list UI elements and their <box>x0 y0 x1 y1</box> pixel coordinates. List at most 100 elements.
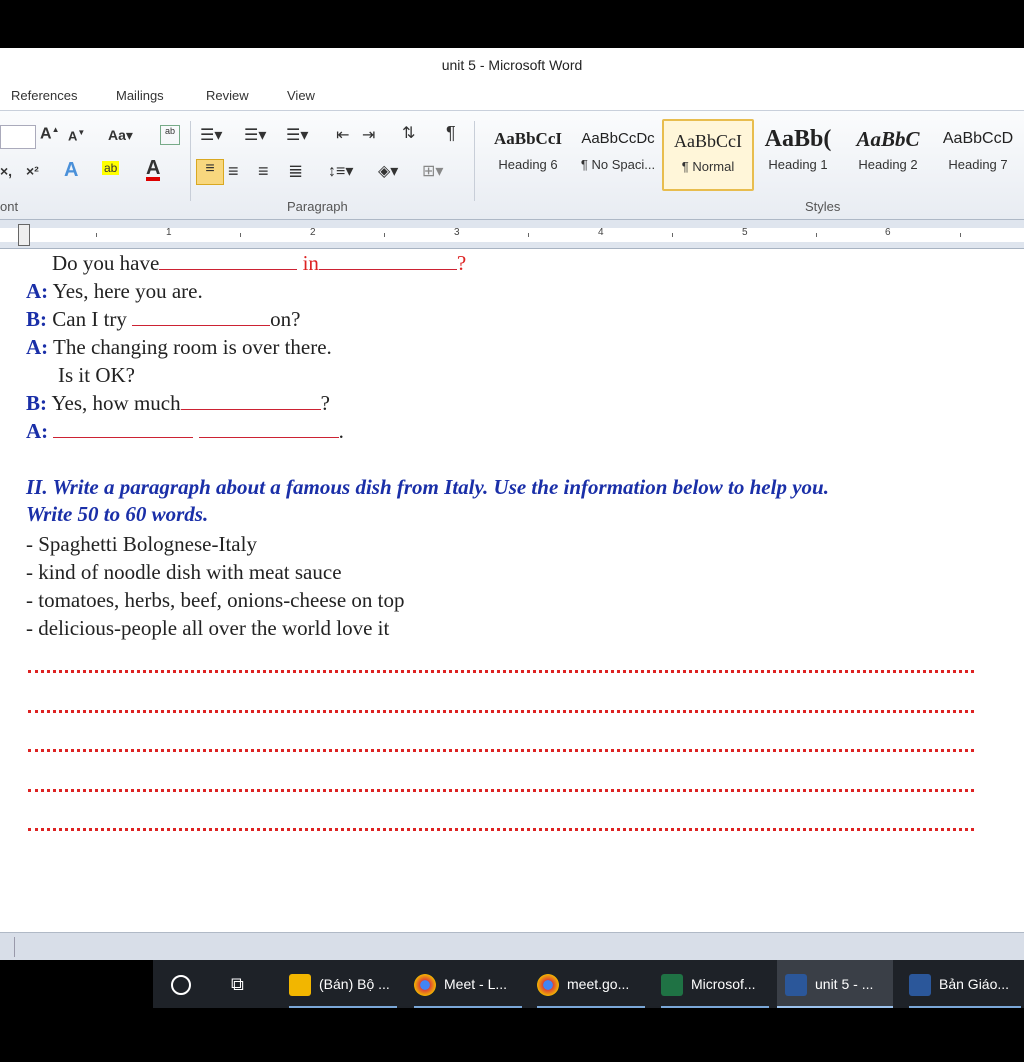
excel-icon <box>661 974 683 997</box>
taskbar-item-file-explorer[interactable]: (Bán) Bộ ... <box>289 960 397 1008</box>
style-name: Heading 6 <box>498 157 558 172</box>
ruler-number: 3 <box>454 227 460 238</box>
ruler-tick <box>96 233 97 237</box>
line-spacing-icon[interactable]: ↕≡▾ <box>328 161 353 181</box>
tab-references[interactable]: References <box>11 88 77 103</box>
folder-icon <box>289 974 311 997</box>
word-icon <box>909 974 931 997</box>
style-preview: AaBbCcI <box>493 129 562 148</box>
taskbar: ⧉ (Bán) Bộ ... Meet - L... meet.go... Mi… <box>153 960 1024 1008</box>
line-text: . <box>338 419 344 443</box>
taskbar-item-word-active[interactable]: unit 5 - ... <box>777 960 893 1008</box>
ruler-number: 4 <box>598 227 604 238</box>
align-left-icon[interactable]: ≡ <box>196 159 224 185</box>
window-title: unit 5 - Microsoft Word <box>0 48 1024 82</box>
highlight-icon[interactable]: ab <box>102 161 120 175</box>
grow-font-icon[interactable]: A▲ <box>40 125 59 143</box>
shading-icon[interactable]: ◈▾ <box>378 161 398 181</box>
text-effects-icon[interactable]: A <box>64 159 78 182</box>
style-heading-7[interactable]: AaBbCcD Heading 7 <box>934 119 1022 187</box>
borders-icon[interactable]: ⊞▾ <box>422 161 443 181</box>
style-preview: AaBbCcI <box>674 131 742 151</box>
document-page[interactable]: Do you have in? A: Yes, here you are. B:… <box>0 249 1024 932</box>
style-preview: AaBb( <box>764 126 832 152</box>
exercise-heading: II. Write a paragraph about a famous dis… <box>26 475 829 499</box>
numbering-icon[interactable]: ☰▾ <box>244 125 266 145</box>
bullet-item: - Spaghetti Bolognese-Italy <box>26 532 257 556</box>
bullet-item: - kind of noodle dish with meat sauce <box>26 560 342 584</box>
taskbar-item-word[interactable]: Bản Giáo... <box>909 960 1021 1008</box>
superscript-icon[interactable]: ×² <box>26 163 39 179</box>
divider <box>190 121 191 201</box>
line-text: Yes, how much <box>51 391 181 415</box>
ruler-strip <box>0 228 1024 242</box>
indent-marker[interactable] <box>18 224 30 246</box>
tab-review[interactable]: Review <box>206 88 249 103</box>
clear-format-icon[interactable]: ab <box>160 125 180 145</box>
taskbar-item-label: Bản Giáo... <box>939 976 1010 992</box>
speaker-label: A: <box>26 279 49 303</box>
style-name: Heading 2 <box>858 157 918 172</box>
multilevel-list-icon[interactable]: ☰▾ <box>286 125 308 145</box>
ruler-tick <box>240 233 241 237</box>
line-text: in <box>302 251 319 275</box>
taskbar-item-chrome-1[interactable]: Meet - L... <box>414 960 522 1008</box>
bullets-icon[interactable]: ☰▾ <box>200 125 222 145</box>
style-heading-1[interactable]: AaBb( Heading 1 <box>754 119 842 187</box>
ruler-tick <box>384 233 385 237</box>
exercise-heading: Write 50 to 60 words. <box>26 502 209 526</box>
font-size-box[interactable] <box>0 125 36 149</box>
show-marks-icon[interactable]: ¶ <box>446 123 456 144</box>
dialog-line: B: Yes, how much? <box>26 391 330 416</box>
styles-group-label: Styles <box>805 199 841 214</box>
style-preview: AaBbCcDc <box>581 130 655 147</box>
style-no-spacing[interactable]: AaBbCcDc ¶ No Spaci... <box>574 119 662 187</box>
line-text: Do you have <box>52 251 160 275</box>
style-heading-2[interactable]: AaBbC Heading 2 <box>844 119 932 187</box>
answer-blank <box>132 309 271 326</box>
sort-icon[interactable]: ⇅ <box>402 123 415 143</box>
dialog-line: Is it OK? <box>58 363 135 388</box>
answer-blank <box>318 253 457 270</box>
taskbar-item-excel[interactable]: Microsof... <box>661 960 769 1008</box>
font-color-icon[interactable]: A <box>146 158 161 181</box>
style-normal[interactable]: AaBbCcI ¶ Normal <box>662 119 754 191</box>
line-text: on? <box>270 307 301 331</box>
taskbar-item-label: Meet - L... <box>444 976 508 992</box>
ruler-number: 5 <box>742 227 748 238</box>
line-text: Can I try <box>52 307 127 331</box>
tab-view[interactable]: View <box>287 88 315 103</box>
bullet-item: - tomatoes, herbs, beef, onions-cheese o… <box>26 588 405 612</box>
speaker-label: A: <box>26 335 49 359</box>
speaker-label: B: <box>26 391 47 415</box>
change-case-icon[interactable]: Aa▾ <box>108 127 133 144</box>
ruler-tick <box>528 233 529 237</box>
style-name: Heading 7 <box>948 157 1008 172</box>
answer-line <box>28 710 974 713</box>
line-text: The changing room is over there. <box>53 335 332 359</box>
answer-line <box>28 789 974 792</box>
line-text: ? <box>456 251 467 275</box>
ribbon-tabs: References Mailings Review View <box>0 82 1024 111</box>
task-view-icon[interactable]: ⧉ <box>231 960 257 1008</box>
search-icon[interactable] <box>171 960 197 1008</box>
align-center-icon[interactable]: ≡ <box>228 161 239 182</box>
divider <box>474 121 475 201</box>
justify-icon[interactable]: ≣ <box>288 161 303 182</box>
taskbar-item-chrome-2[interactable]: meet.go... <box>537 960 645 1008</box>
ruler-tick <box>672 233 673 237</box>
font-group-label: ont <box>0 199 19 214</box>
shrink-font-icon[interactable]: A▼ <box>68 128 85 143</box>
decrease-indent-icon[interactable]: ⇤ <box>336 125 349 145</box>
answer-line <box>28 828 974 831</box>
style-heading-6[interactable]: AaBbCcI Heading 6 <box>484 119 572 187</box>
style-name: ¶ No Spaci... <box>580 157 656 172</box>
dialog-line: A: Yes, here you are. <box>26 279 203 304</box>
align-right-icon[interactable]: ≡ <box>258 161 269 182</box>
subscript-icon[interactable]: ×, <box>0 163 12 179</box>
increase-indent-icon[interactable]: ⇥ <box>362 125 375 145</box>
tab-mailings[interactable]: Mailings <box>116 88 164 103</box>
ruler[interactable]: 1 2 3 4 5 6 <box>0 220 1024 249</box>
bullet-item: - delicious-people all over the world lo… <box>26 616 390 640</box>
answer-blank <box>198 421 339 438</box>
